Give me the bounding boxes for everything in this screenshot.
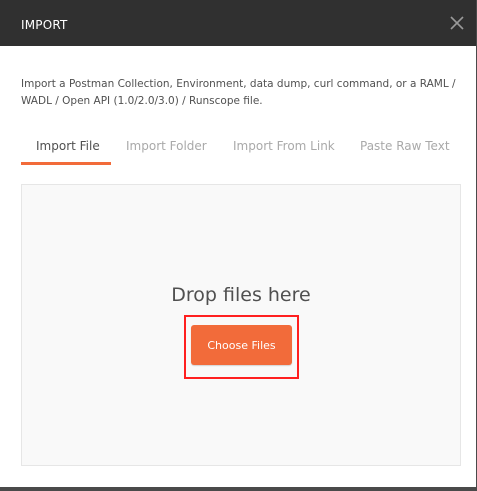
import-description: Import a Postman Collection, Environment… [21, 78, 456, 107]
tab-import-file[interactable]: Import File [21, 137, 111, 165]
tab-import-from-link[interactable]: Import From Link [233, 137, 335, 165]
import-tabs: Import File Import Folder Import From Li… [21, 137, 461, 165]
modal-title: IMPORT [21, 18, 68, 32]
tab-paste-raw-text[interactable]: Paste Raw Text [360, 137, 450, 165]
drop-files-text: Drop files here [171, 284, 311, 306]
file-dropzone[interactable]: Drop files here Choose Files [21, 184, 461, 466]
close-icon[interactable] [448, 14, 466, 32]
choose-files-button[interactable]: Choose Files [191, 325, 292, 365]
import-modal: IMPORT Import a Postman Collection, Envi… [0, 0, 476, 487]
modal-header: IMPORT [0, 0, 476, 46]
tab-import-folder[interactable]: Import Folder [126, 137, 207, 165]
